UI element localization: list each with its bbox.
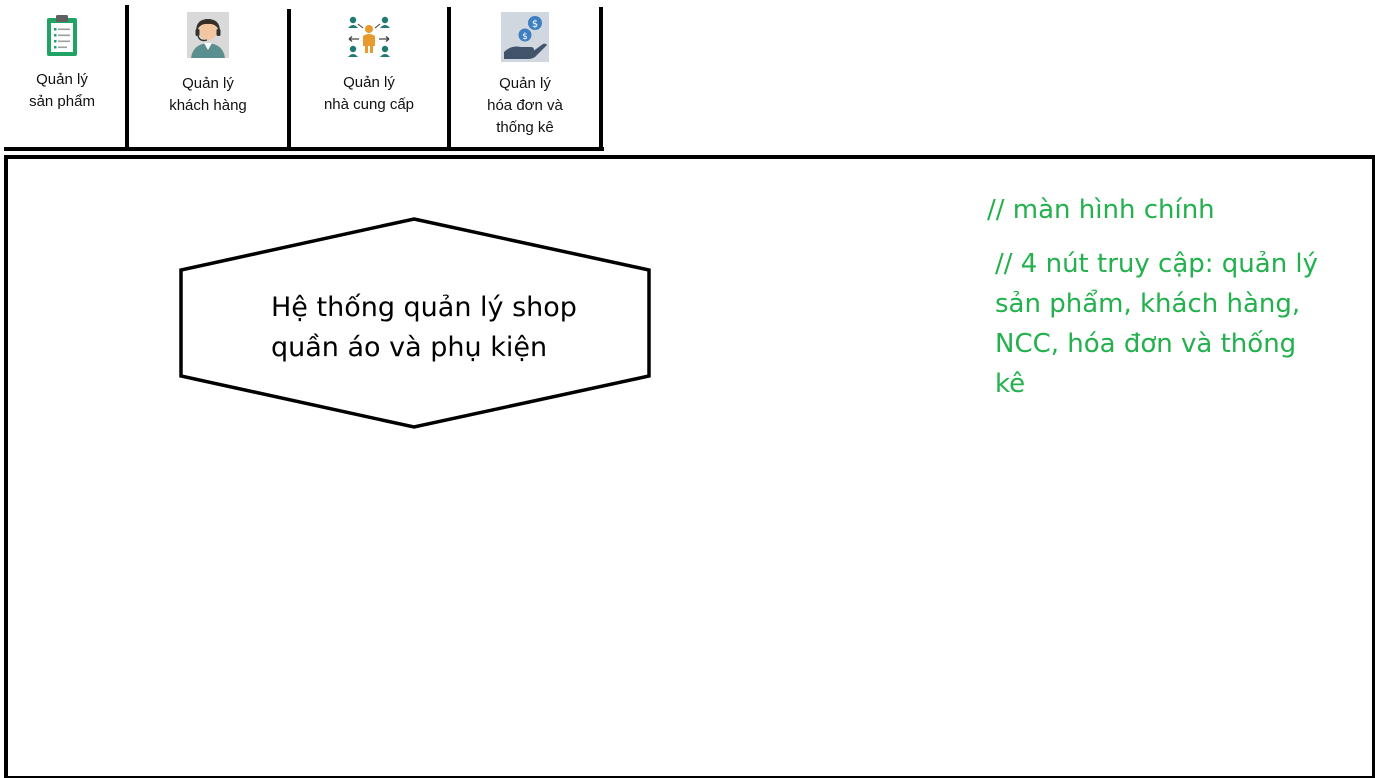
- toolbar-divider: [599, 7, 603, 151]
- product-management-button[interactable]: Quản lý sản phẩm: [0, 8, 124, 146]
- label-line: khách hàng: [169, 97, 247, 114]
- invoice-statistics-button[interactable]: $ $ Quản lý hóa đơn và thống kê: [451, 8, 599, 146]
- access-buttons-comment: // 4 nút truy cập: quản lý sản phẩm, khá…: [995, 244, 1318, 404]
- main-screen-comment: // màn hình chính: [987, 190, 1215, 230]
- money-hand-icon: $ $: [501, 12, 549, 67]
- supplier-management-button[interactable]: Quản lý nhà cung cấp: [291, 8, 447, 146]
- customer-management-label: Quản lý khách hàng: [129, 73, 287, 117]
- clipboard-icon: [44, 14, 80, 63]
- main-window: Quản lý sản phẩm Quản lý khách hàng Quản…: [0, 0, 1375, 778]
- label-line: hóa đơn và: [487, 97, 563, 114]
- svg-text:$: $: [522, 32, 528, 42]
- invoice-statistics-label: Quản lý hóa đơn và thống kê: [451, 73, 599, 139]
- toolbar-bottom-border: [4, 147, 604, 151]
- label-line: sản phẩm: [29, 93, 95, 110]
- label-line: Quản lý: [499, 75, 551, 92]
- note-line: kê: [995, 369, 1026, 399]
- svg-text:$: $: [532, 19, 538, 30]
- supplier-management-label: Quản lý nhà cung cấp: [291, 72, 447, 116]
- customer-support-agent-icon: [187, 12, 229, 63]
- note-line: NCC, hóa đơn và thống: [995, 329, 1297, 359]
- label-line: thống kê: [496, 119, 554, 136]
- system-title-line: Hệ thống quản lý shop: [271, 292, 577, 323]
- note-line: // 4 nút truy cập: quản lý: [995, 249, 1319, 279]
- supplier-network-icon: [345, 12, 393, 65]
- label-line: Quản lý: [343, 74, 395, 91]
- note-line: sản phẩm, khách hàng,: [995, 289, 1301, 319]
- customer-management-button[interactable]: Quản lý khách hàng: [129, 8, 287, 146]
- system-title: Hệ thống quản lý shop quần áo và phụ kiệ…: [271, 288, 577, 368]
- label-line: Quản lý: [182, 75, 234, 92]
- label-line: nhà cung cấp: [323, 96, 415, 113]
- note-line: // màn hình chính: [987, 195, 1215, 225]
- system-title-line: quần áo và phụ kiện: [271, 332, 548, 363]
- label-line: Quản lý: [36, 71, 88, 88]
- product-management-label: Quản lý sản phẩm: [0, 69, 124, 113]
